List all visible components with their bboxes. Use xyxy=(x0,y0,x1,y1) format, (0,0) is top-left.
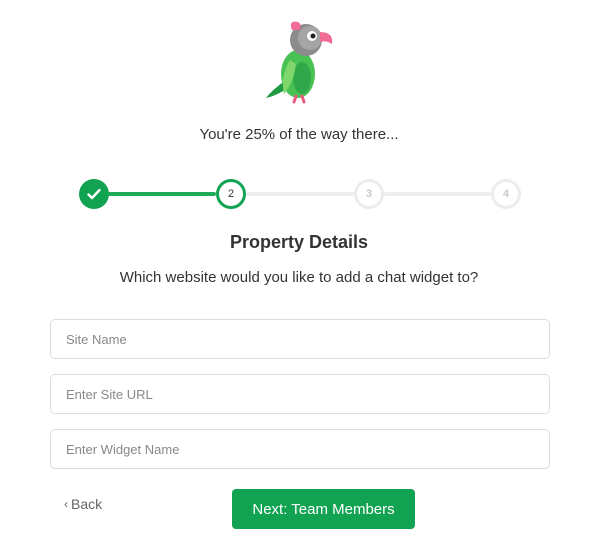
step-2-current: 2 xyxy=(216,179,246,209)
back-label: Back xyxy=(71,496,103,512)
onboarding-page: You're 25% of the way there... 2 3 4 Pro… xyxy=(0,0,598,546)
step-4: 4 xyxy=(491,179,521,209)
next-team-members-button[interactable]: Next: Team Members xyxy=(232,489,415,529)
progress-message: You're 25% of the way there... xyxy=(199,126,399,143)
back-link[interactable]: ‹ Back xyxy=(64,496,102,512)
parrot-icon xyxy=(266,21,333,104)
chevron-left-icon: ‹ xyxy=(64,497,68,511)
section-subtitle: Which website would you like to add a ch… xyxy=(119,269,479,286)
site-url-input[interactable] xyxy=(50,374,550,414)
step-connector xyxy=(384,192,492,196)
check-icon xyxy=(87,188,101,200)
step-1-complete xyxy=(79,179,109,209)
step-3: 3 xyxy=(354,179,384,209)
section-title: Property Details xyxy=(229,232,369,252)
site-name-input[interactable] xyxy=(50,319,550,359)
progress-stepper: 2 3 4 xyxy=(0,178,598,212)
step-connector xyxy=(246,192,354,196)
widget-name-input[interactable] xyxy=(50,429,550,469)
step-connector-complete xyxy=(108,192,216,196)
